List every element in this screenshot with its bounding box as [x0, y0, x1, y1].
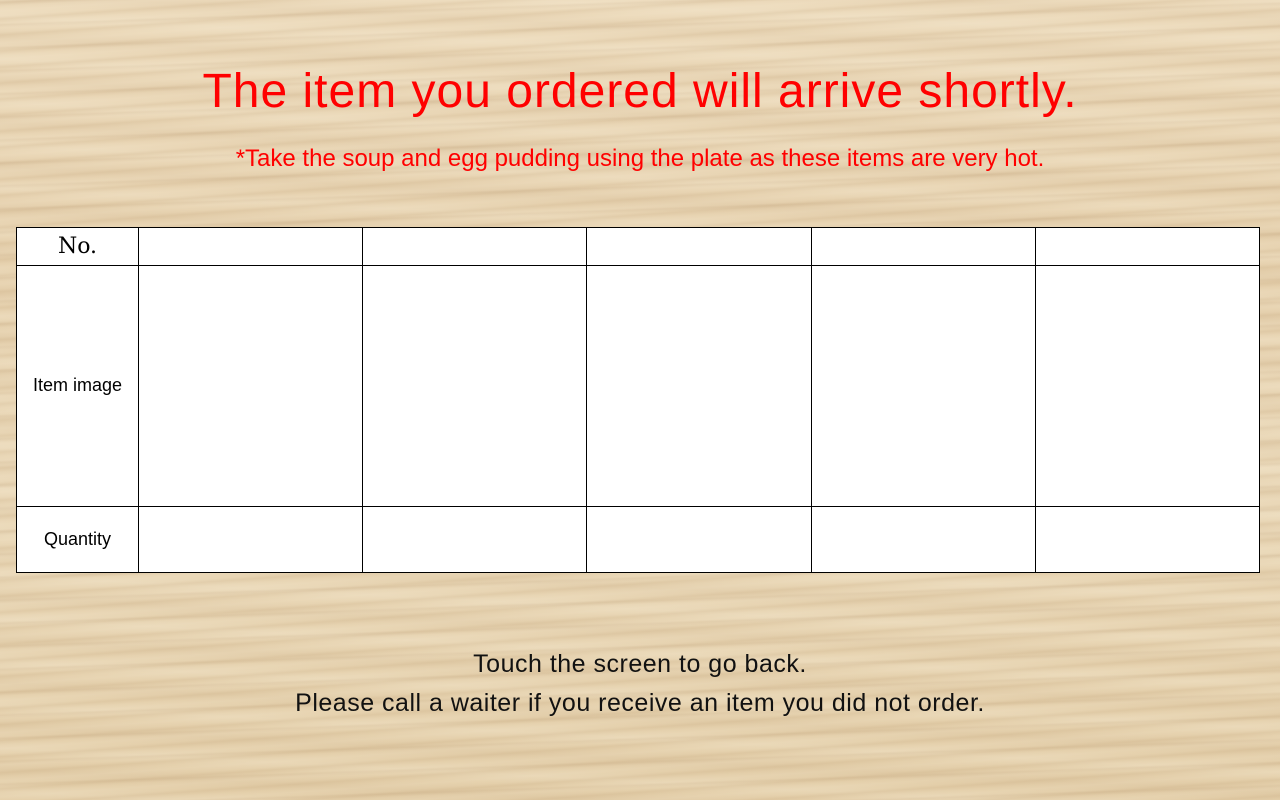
item-number-cell	[137, 226, 364, 267]
image-row: Item image	[16, 265, 1261, 507]
go-back-instruction[interactable]: Touch the screen to go back.	[0, 645, 1280, 684]
item-number-cell	[810, 226, 1036, 267]
item-image-cell	[137, 265, 364, 507]
item-quantity-cell	[810, 505, 1036, 574]
order-confirmation-screen[interactable]: { "header": { "title": "The item you ord…	[0, 0, 1280, 800]
item-number-cell	[1034, 226, 1261, 267]
item-quantity-cell	[362, 505, 588, 574]
footer-instructions: Touch the screen to go back. Please call…	[0, 645, 1280, 723]
quantity-row-label: Quantity	[16, 505, 139, 574]
item-number-cell	[586, 226, 812, 267]
item-quantity-cell	[586, 505, 812, 574]
quantity-row: Quantity	[16, 505, 1261, 574]
item-image-cell	[362, 265, 588, 507]
number-row: No.	[16, 226, 1261, 267]
number-row-label: No.	[16, 226, 139, 267]
order-items-table: No. Item image Quantity	[16, 226, 1261, 574]
item-quantity-cell	[137, 505, 364, 574]
item-quantity-cell	[1034, 505, 1261, 574]
image-row-label: Item image	[16, 265, 139, 507]
item-image-cell	[810, 265, 1036, 507]
page-title: The item you ordered will arrive shortly…	[202, 65, 1078, 118]
hot-items-notice: *Take the soup and egg pudding using the…	[235, 145, 1045, 172]
item-image-cell	[1034, 265, 1261, 507]
item-number-cell	[362, 226, 588, 267]
wrong-item-warning: Please call a waiter if you receive an i…	[295, 689, 985, 717]
item-image-cell	[586, 265, 812, 507]
